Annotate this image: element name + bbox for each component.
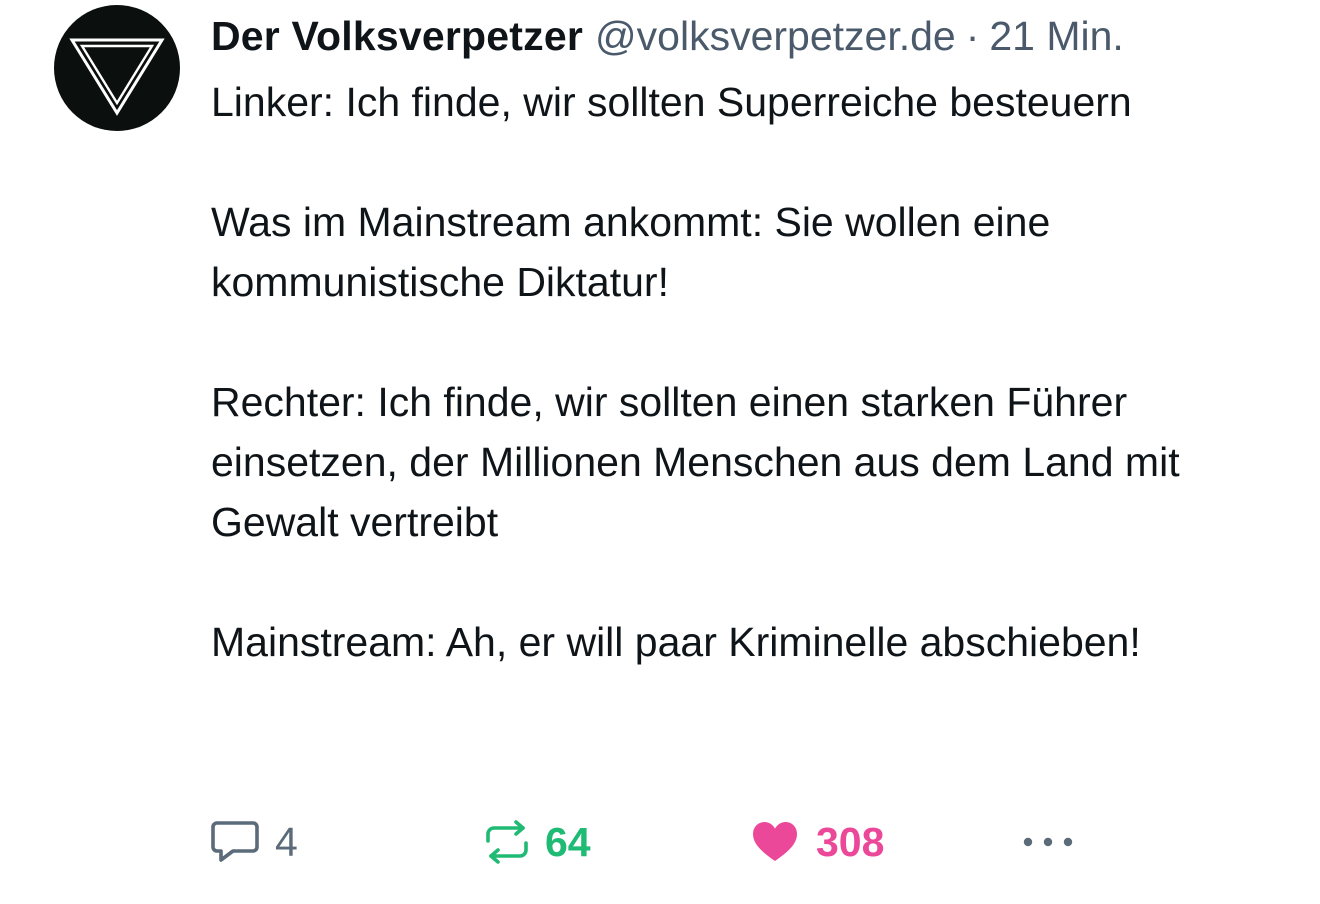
repost-button[interactable]: 64 (483, 812, 591, 872)
more-dots-icon (1023, 837, 1073, 847)
like-count: 308 (816, 818, 885, 865)
post-timestamp[interactable]: 21 Min. (989, 10, 1123, 62)
like-button[interactable]: 308 (752, 812, 884, 872)
header-separator: · (965, 13, 980, 59)
post-text: Linker: Ich finde, wir sollten Superreic… (211, 72, 1291, 672)
post-actions: 4 64 308 (211, 812, 1111, 872)
post-paragraph: Linker: Ich finde, wir sollten Superreic… (211, 79, 1132, 125)
repost-icon (486, 820, 528, 864)
reply-button[interactable]: 4 (211, 812, 298, 872)
post[interactable]: Der Volksverpetzer @volksverpetzer.de · … (0, 0, 1320, 904)
reply-count: 4 (275, 818, 298, 865)
comment-icon (211, 821, 259, 862)
repost-count: 64 (545, 818, 591, 865)
inverted-triangle-logo-icon (55, 6, 179, 130)
post-paragraph: Rechter: Ich finde, wir sollten einen st… (211, 379, 1180, 545)
post-paragraph: Was im Mainstream ankommt: Sie wollen ei… (211, 199, 1051, 305)
author-display-name[interactable]: Der Volksverpetzer (211, 10, 583, 62)
heart-icon (753, 822, 797, 861)
avatar[interactable] (54, 5, 180, 131)
author-handle[interactable]: @volksverpetzer.de (595, 10, 956, 62)
more-options-button[interactable] (1021, 812, 1075, 872)
post-header: Der Volksverpetzer @volksverpetzer.de · … (211, 10, 1291, 62)
post-paragraph: Mainstream: Ah, er will paar Kriminelle … (211, 619, 1141, 665)
post-content: Der Volksverpetzer @volksverpetzer.de · … (211, 10, 1291, 672)
